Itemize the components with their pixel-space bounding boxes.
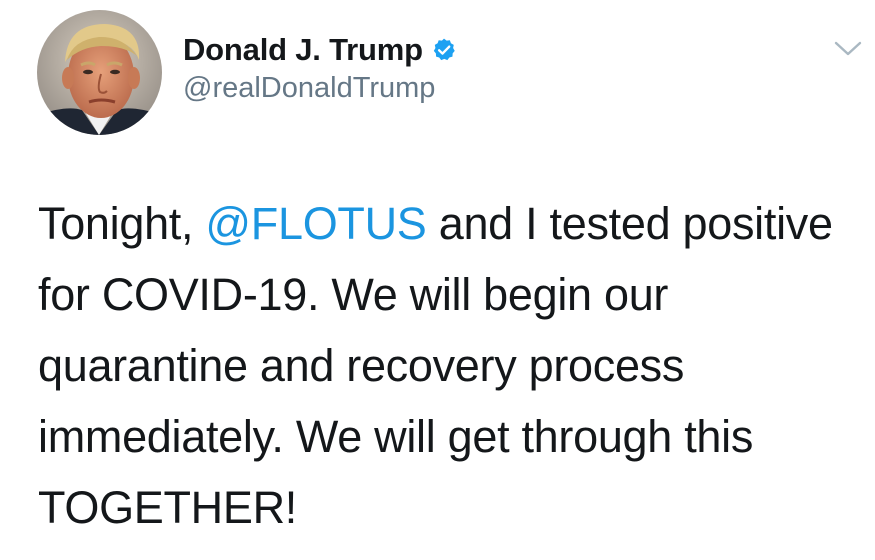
mention-link[interactable]: @FLOTUS: [205, 198, 426, 249]
avatar-image: [37, 10, 162, 135]
author-handle[interactable]: @realDonaldTrump: [183, 72, 457, 105]
author-name-row: Donald J. Trump: [183, 30, 457, 70]
author-display-name[interactable]: Donald J. Trump: [183, 32, 423, 68]
tweet-text: Tonight, @FLOTUS and I tested positive f…: [38, 188, 868, 543]
chevron-down-icon[interactable]: [832, 38, 864, 60]
author-block: Donald J. Trump @realDonaldTrump: [183, 30, 457, 105]
tweet-text-before-mention: Tonight,: [38, 198, 206, 249]
tweet-card: Donald J. Trump @realDonaldTrump Tonight…: [0, 0, 875, 560]
avatar[interactable]: [37, 10, 162, 135]
verified-badge-icon: [431, 37, 457, 63]
